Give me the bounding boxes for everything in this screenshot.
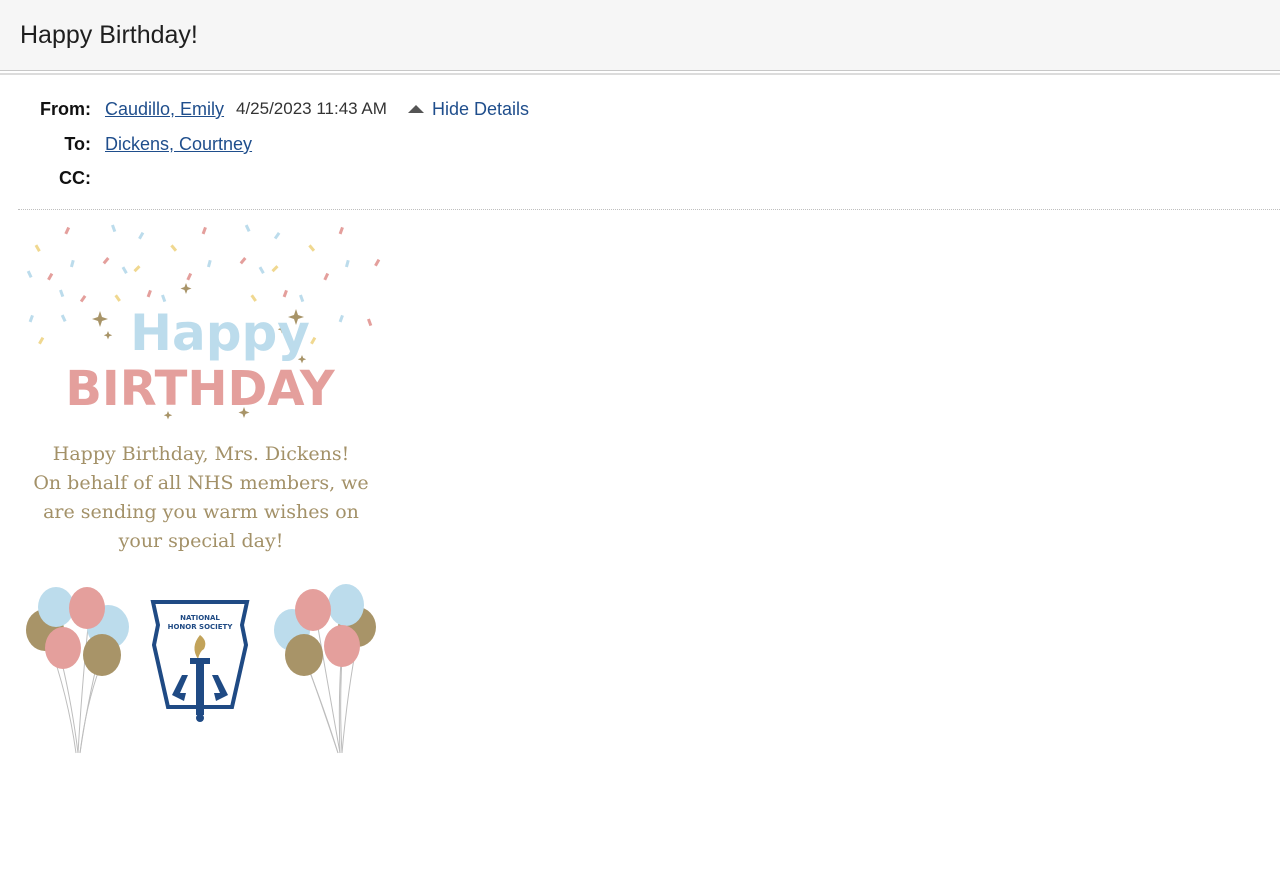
email-subject: Happy Birthday! — [20, 21, 198, 49]
birthday-word: BIRTHDAY — [65, 361, 336, 417]
nhs-logo-line2: HONOR SOCIETY — [168, 623, 234, 631]
header-divider — [18, 209, 1280, 210]
birthday-heading: BIRTHDAY — [65, 361, 336, 417]
nhs-logo-line1: NATIONAL — [180, 614, 220, 622]
happy-heading: Happy — [130, 304, 310, 362]
left-balloon-bunch-icon — [26, 587, 129, 754]
recipient-link[interactable]: Dickens, Courtney — [105, 129, 252, 159]
message-line: On behalf of all NHS members, we — [33, 472, 369, 494]
message-line: your special day! — [118, 530, 284, 552]
sender-link[interactable]: Caudillo, Emily — [105, 94, 224, 124]
birthday-message: Happy Birthday, Mrs. Dickens! On behalf … — [20, 440, 382, 556]
collapse-triangle-icon — [408, 105, 424, 113]
to-label: To: — [64, 134, 91, 154]
sent-timestamp: 4/25/2023 11:43 AM — [236, 99, 387, 118]
from-label: From: — [40, 99, 91, 119]
to-row: To: Dickens, Courtney — [0, 129, 700, 159]
title-bar: Happy Birthday! — [0, 0, 1280, 75]
birthday-card-image: Happy BIRTHDAY NATIONAL HONOR SOCIETY Ha… — [20, 215, 382, 760]
message-line: are sending you warm wishes on — [43, 501, 359, 523]
hide-details-label: Hide Details — [432, 99, 530, 119]
nhs-logo-icon: NATIONAL HONOR SOCIETY — [150, 600, 250, 722]
right-balloon-bunch-icon — [274, 584, 376, 754]
message-line: Happy Birthday, Mrs. Dickens! — [52, 443, 350, 465]
from-row: From: Caudillo, Emily 4/25/2023 11:43 AM… — [0, 94, 700, 124]
hide-details-button[interactable]: Hide Details — [408, 94, 529, 124]
cc-row: CC: — [0, 163, 700, 193]
cc-label: CC: — [59, 168, 91, 188]
